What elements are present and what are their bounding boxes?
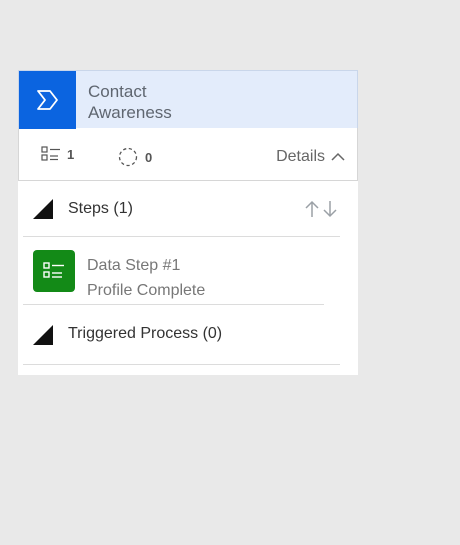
process-count: 0 xyxy=(145,149,153,165)
stage-meta-bar: 1 0 Details xyxy=(18,128,358,181)
steps-section-header[interactable]: Steps (1) xyxy=(18,181,358,237)
collapse-triangle-icon xyxy=(33,199,53,219)
stage-icon-box xyxy=(19,71,76,129)
stage-card: Contact Awareness 1 0 Details Steps (1) … xyxy=(18,70,358,375)
details-label: Details xyxy=(276,148,325,165)
card-footer-spacer xyxy=(18,365,358,375)
step-subtitle: Profile Complete xyxy=(87,282,206,299)
step-text: Data Step #1 Profile Complete xyxy=(87,253,205,303)
steps-section-label: Steps (1) xyxy=(68,200,133,217)
checklist-icon xyxy=(43,262,64,278)
stage-header[interactable]: Contact Awareness xyxy=(18,70,358,129)
steps-count: 1 xyxy=(67,146,75,162)
process-cycle-icon xyxy=(118,147,138,167)
step-title: Data Step #1 xyxy=(87,257,181,274)
checklist-icon xyxy=(41,146,60,161)
arrow-up-icon[interactable] xyxy=(304,200,320,218)
chevron-up-icon xyxy=(331,152,345,161)
stage-title-line2: Awareness xyxy=(88,103,172,122)
chevron-right-icon xyxy=(36,90,58,110)
triggered-section-header[interactable]: Triggered Process (0) xyxy=(18,305,358,365)
canvas: { "stage": { "title_line1": "Contact", "… xyxy=(0,0,460,545)
process-count-stat: 0 xyxy=(117,146,152,168)
step-item[interactable]: Data Step #1 Profile Complete xyxy=(18,237,358,305)
divider xyxy=(23,364,340,365)
collapse-triangle-icon xyxy=(33,325,53,345)
arrow-down-icon[interactable] xyxy=(322,200,338,218)
triggered-section-label: Triggered Process (0) xyxy=(68,325,223,342)
data-step-icon xyxy=(33,250,75,292)
steps-count-stat: 1 xyxy=(41,146,74,162)
stage-title: Contact Awareness xyxy=(88,81,172,123)
reorder-arrows xyxy=(304,200,338,218)
details-toggle[interactable]: Details xyxy=(276,148,345,166)
stage-title-line1: Contact xyxy=(88,82,147,101)
